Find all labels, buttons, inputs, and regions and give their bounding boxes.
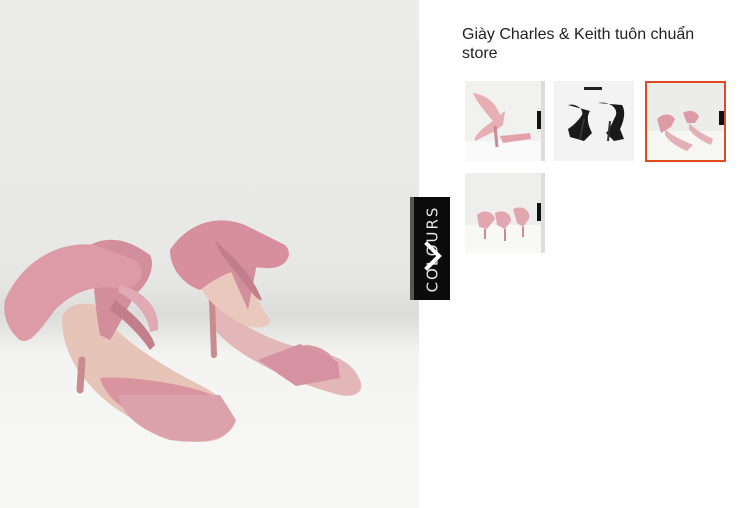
thumbnail-3-selected[interactable] (645, 81, 726, 162)
thumbnail-2-image (554, 81, 634, 161)
thumbnail-1-image (465, 81, 545, 161)
chevron-right-icon (424, 241, 442, 271)
next-image-button[interactable] (419, 238, 447, 274)
product-info-panel: Giày Charles & Keith tuôn chuẩn store (462, 25, 732, 63)
thumbnail-2[interactable] (554, 81, 634, 161)
thumbnail-4[interactable] (465, 173, 545, 253)
thumbnail-3-image (647, 83, 724, 160)
main-product-image (0, 0, 419, 508)
thumbnail-4-image (465, 173, 545, 253)
product-title: Giày Charles & Keith tuôn chuẩn store (462, 26, 695, 62)
thumbnail-1[interactable] (465, 81, 545, 161)
pink-sandals-photo (4, 220, 362, 442)
